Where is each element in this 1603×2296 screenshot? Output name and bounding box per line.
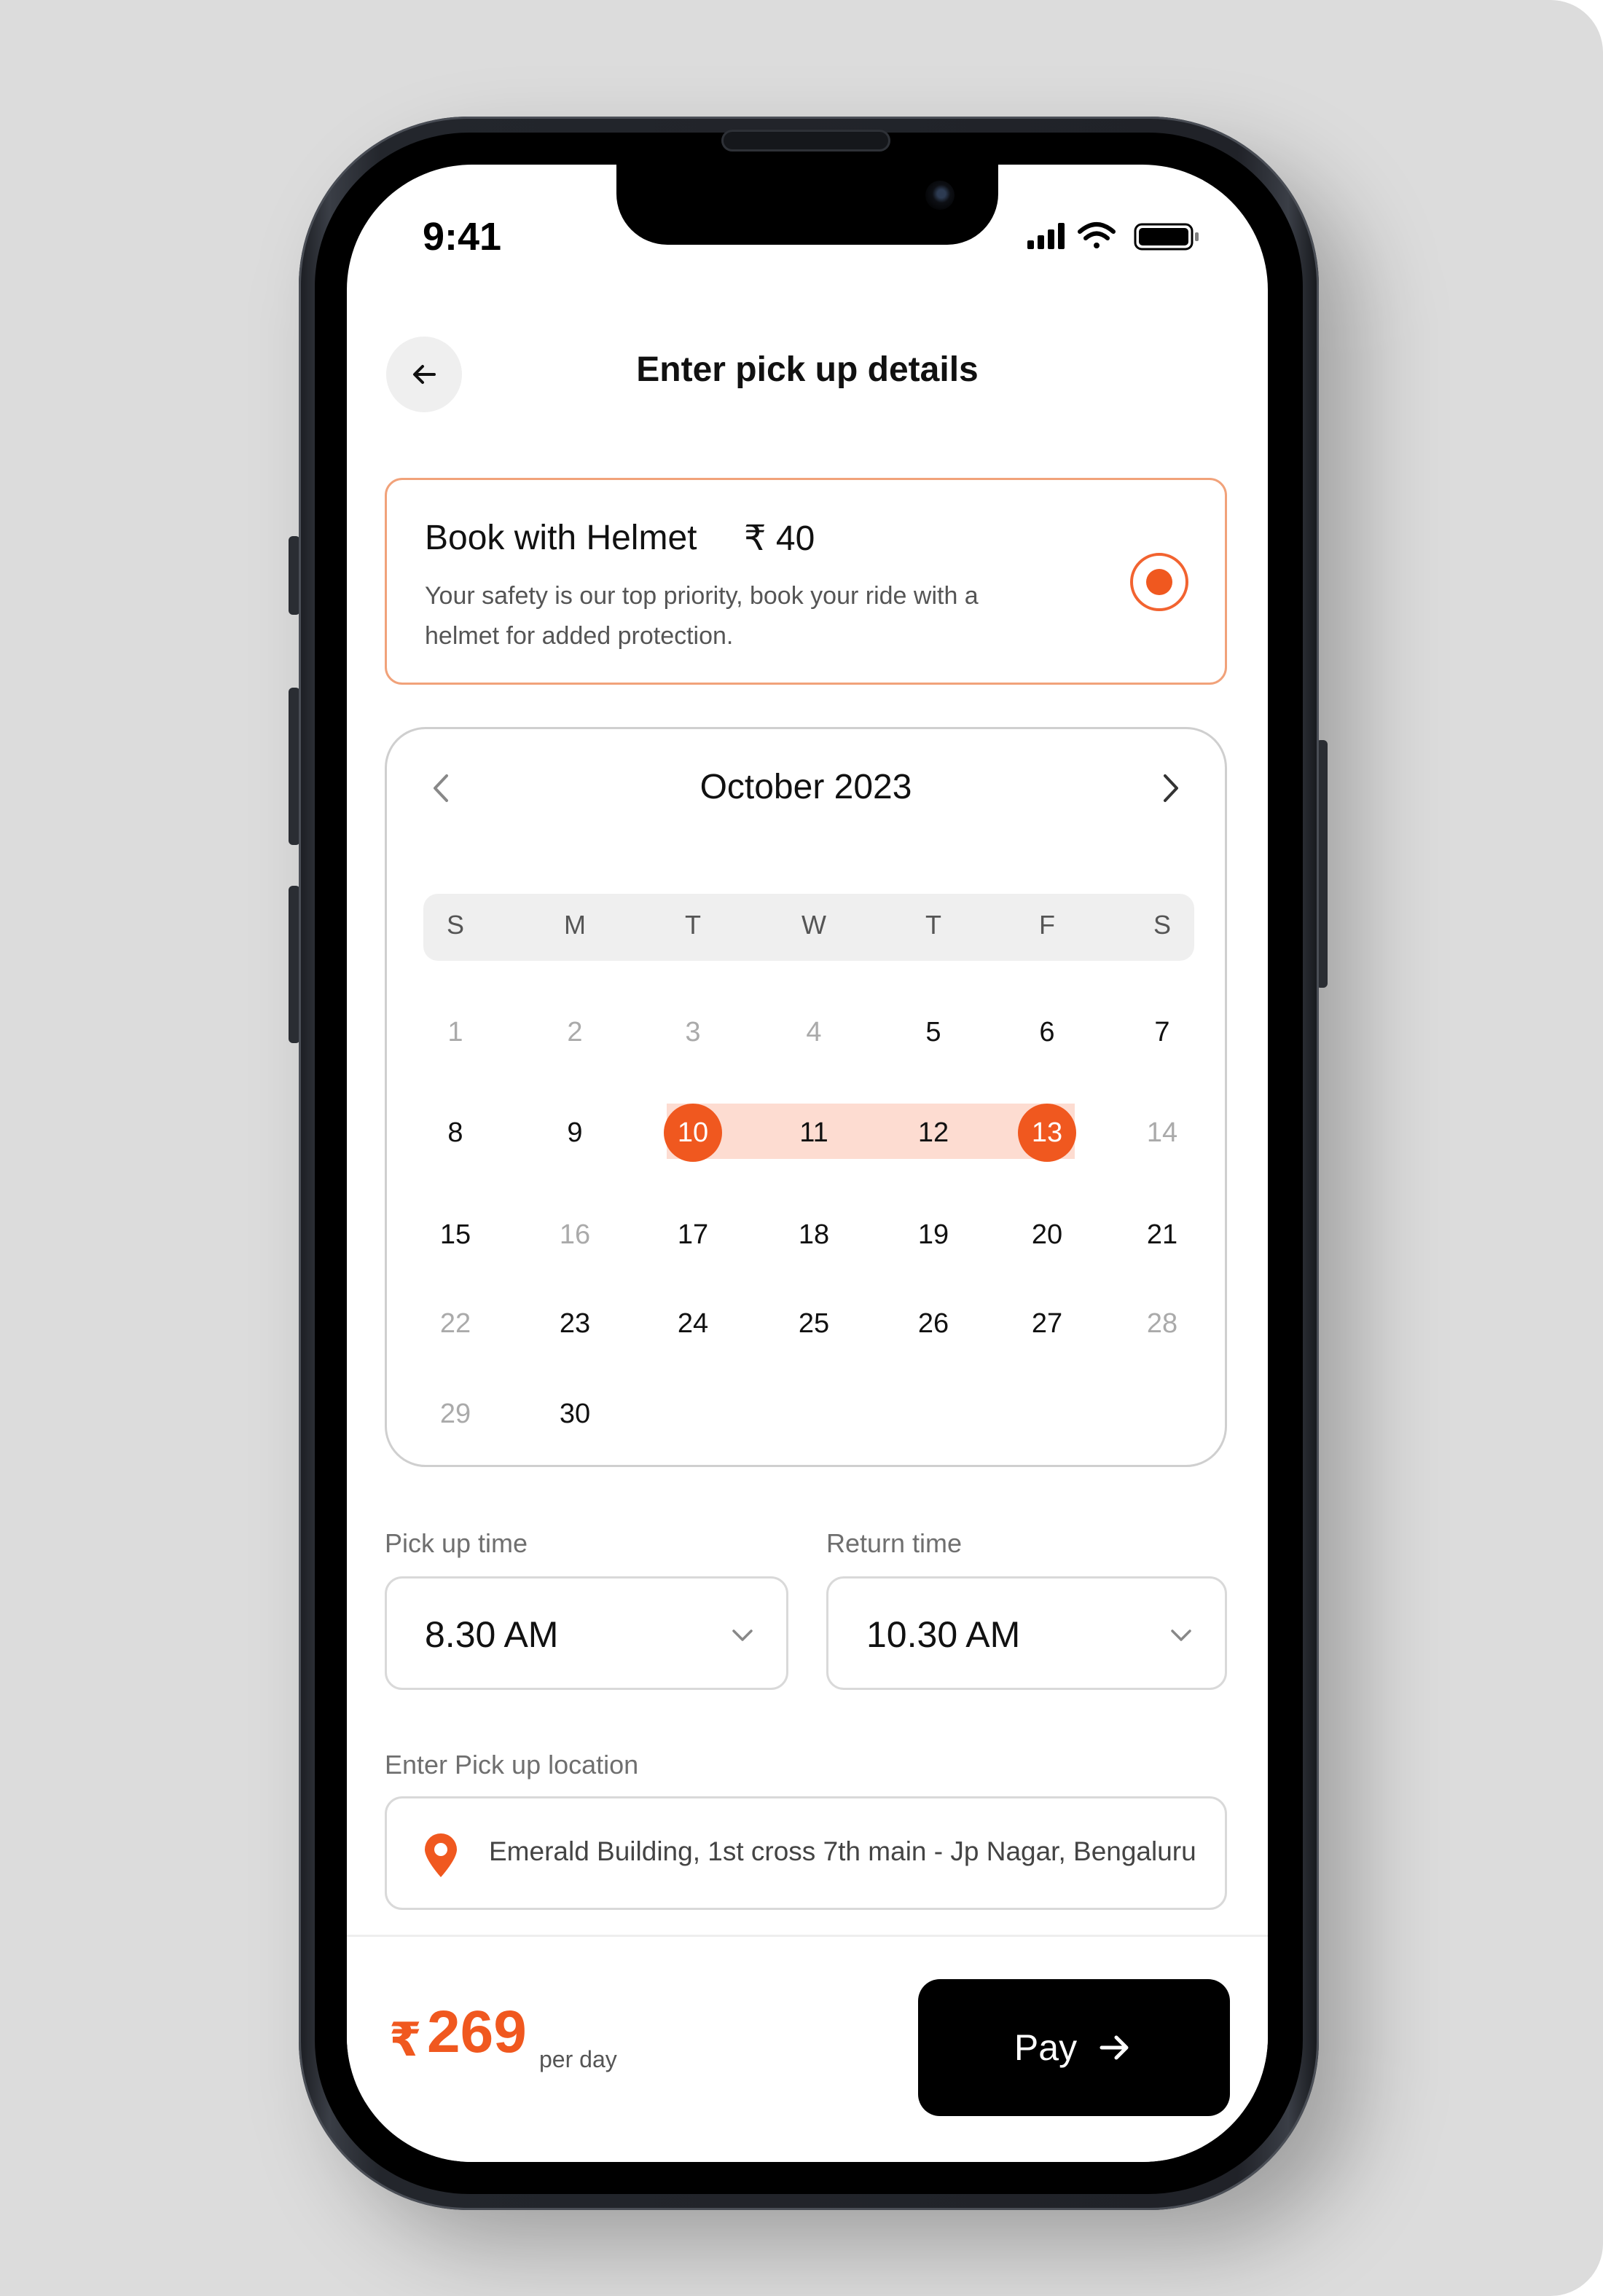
calendar-day: 1 [447,1016,463,1047]
location-pin-icon [425,1833,457,1877]
calendar-day[interactable]: 8 [426,1104,485,1162]
calendar-day[interactable]: 15 [426,1206,485,1264]
calendar-day[interactable]: 17 [664,1206,722,1264]
calendar-month-label: October 2023 [699,768,912,806]
calendar-day[interactable]: 21 [1133,1206,1191,1264]
calendar-day-selected[interactable]: 13 [1018,1104,1076,1162]
calendar-day[interactable]: 9 [546,1104,604,1162]
helmet-option-title: Book with Helmet [425,519,697,557]
return-time-select[interactable]: 10.30 AM [826,1576,1227,1690]
notch [616,165,998,245]
calendar-day: 14 [1146,1117,1178,1148]
weekday-label: T [685,910,701,940]
signal-icon [1027,223,1065,249]
location-input[interactable]: Emerald Building, 1st cross 7th main - J… [385,1796,1227,1910]
calendar-day[interactable]: 11 [785,1104,843,1162]
calendar: October 2023 SMTWTFS 1 2 3 4 5 6 7 8 9 10 11 12 13 14… [385,727,1227,1467]
calendar-day: 16 [559,1219,591,1250]
helmet-option-card[interactable]: Book with Helmet ₹ 40 Your safety is our… [385,478,1227,685]
price-amount: 269 [427,1999,527,2065]
pickup-time-value: 8.30 AM [425,1614,559,1655]
weekday-label: S [1153,910,1171,940]
calendar-day[interactable]: 18 [785,1206,843,1264]
calendar-day[interactable]: 25 [785,1294,843,1353]
helmet-option-description: Your safety is our top priority, book yo… [425,582,979,650]
arrow-right-icon [1100,2035,1129,2060]
calendar-day[interactable]: 6 [1018,1003,1076,1061]
calendar-day: 28 [1146,1308,1178,1339]
calendar-day: 2 [567,1016,583,1047]
calendar-day[interactable]: 7 [1133,1003,1191,1061]
helmet-option-price: ₹ 40 [744,519,815,558]
pickup-time-label: Pick up time [385,1528,528,1558]
calendar-day[interactable]: 24 [664,1294,722,1353]
calendar-day[interactable]: 23 [546,1294,604,1353]
calendar-day: 22 [439,1308,471,1339]
calendar-day[interactable]: 27 [1018,1294,1076,1353]
pay-button-label: Pay [1014,2027,1078,2068]
calendar-day-selected[interactable]: 10 [664,1104,722,1162]
weekday-label: S [446,910,464,940]
calendar-day: 4 [806,1016,822,1047]
return-time-label: Return time [826,1528,963,1558]
calendar-day[interactable]: 19 [904,1206,963,1264]
weekday-label: F [1039,910,1055,940]
calendar-day[interactable]: 20 [1018,1206,1076,1264]
camera-icon [925,181,955,210]
calendar-day[interactable]: 26 [904,1294,963,1353]
checkout-bar: ₹ 269 per day Pay [347,1935,1268,2162]
calendar-day[interactable]: 30 [546,1385,604,1443]
weekday-label: M [564,910,586,940]
status-time: 9:41 [423,215,502,259]
calendar-day: 29 [439,1398,471,1429]
phone-speaker [721,130,890,152]
location-value: Emerald Building, 1st cross 7th main - J… [489,1836,1196,1866]
price-unit: per day [539,2046,617,2072]
chevron-right-icon[interactable] [1152,770,1188,806]
chevron-down-icon [1171,1629,1191,1641]
wifi-icon [1078,222,1116,248]
pickup-time-select[interactable]: 8.30 AM [385,1576,788,1690]
status-icons [1027,222,1199,251]
page-title: Enter pick up details [636,350,979,389]
selected-date-range [667,1104,1075,1159]
calendar-day: 3 [685,1016,701,1047]
weekday-label: T [925,910,941,940]
calendar-day[interactable]: 12 [904,1104,963,1162]
calendar-day[interactable]: 5 [904,1003,963,1061]
pay-button[interactable]: Pay [918,1979,1230,2116]
app-screen: 9:41 Enter pick up details Book with Hel… [347,165,1268,2162]
price-currency: ₹ [389,2013,422,2066]
helmet-radio-button[interactable] [1130,553,1188,611]
location-label: Enter Pick up location [385,1750,639,1780]
mockup-background: 9:41 Enter pick up details Book with Hel… [0,0,1603,2296]
battery-icon [1134,223,1199,251]
chevron-down-icon [732,1629,753,1641]
radio-selected-dot [1146,569,1172,595]
return-time-value: 10.30 AM [866,1614,1021,1655]
weekday-label: W [802,910,826,940]
